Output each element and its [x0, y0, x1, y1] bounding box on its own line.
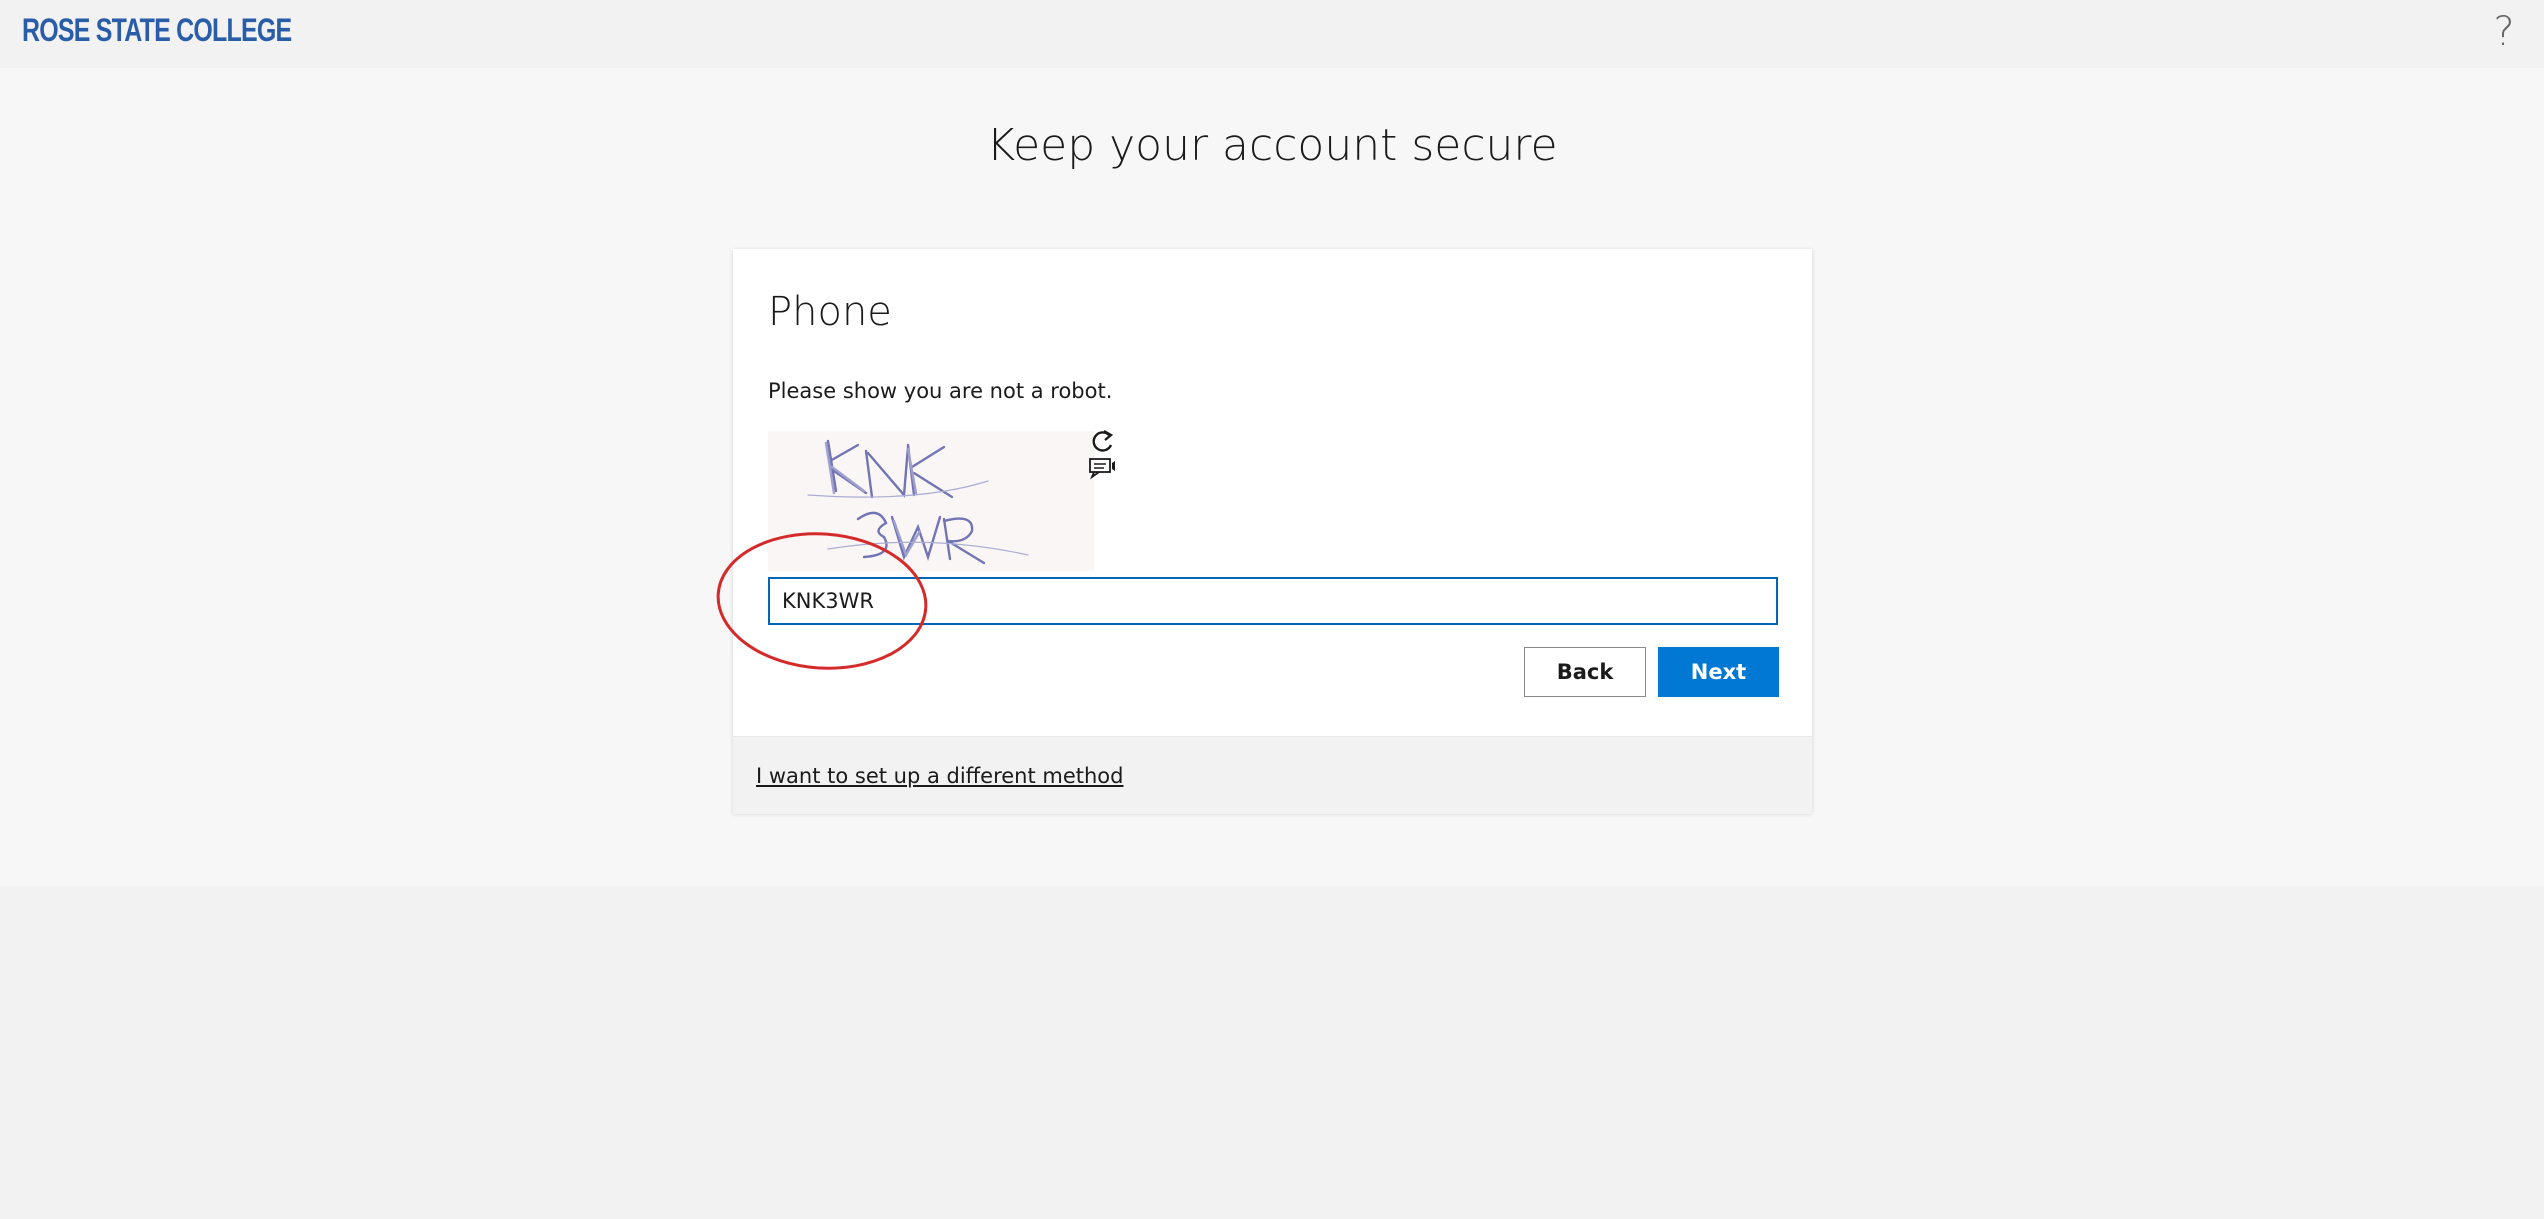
captcha-tools — [1088, 429, 1122, 489]
next-button[interactable]: Next — [1658, 647, 1779, 697]
captcha-input[interactable] — [768, 577, 1778, 625]
back-button[interactable]: Back — [1524, 647, 1646, 697]
captcha-instruction: Please show you are not a robot. — [768, 379, 1113, 403]
card-title: Phone — [768, 289, 892, 335]
page-title: Keep your account secure — [986, 120, 1558, 171]
audio-captcha-icon[interactable] — [1088, 455, 1118, 481]
refresh-icon[interactable] — [1088, 429, 1118, 455]
help-icon[interactable]: ? — [2484, 10, 2524, 54]
card-footer: I want to set up a different method — [733, 736, 1812, 814]
captcha-image — [768, 431, 1094, 571]
rose-state-college-logo[interactable]: ROSE STATE COLLEGE — [22, 12, 292, 49]
different-method-link[interactable]: I want to set up a different method — [756, 764, 1123, 788]
setup-card: Phone Please show you are not a robot. K… — [733, 249, 1812, 814]
top-bar: ROSE STATE COLLEGE ? — [0, 0, 2544, 68]
